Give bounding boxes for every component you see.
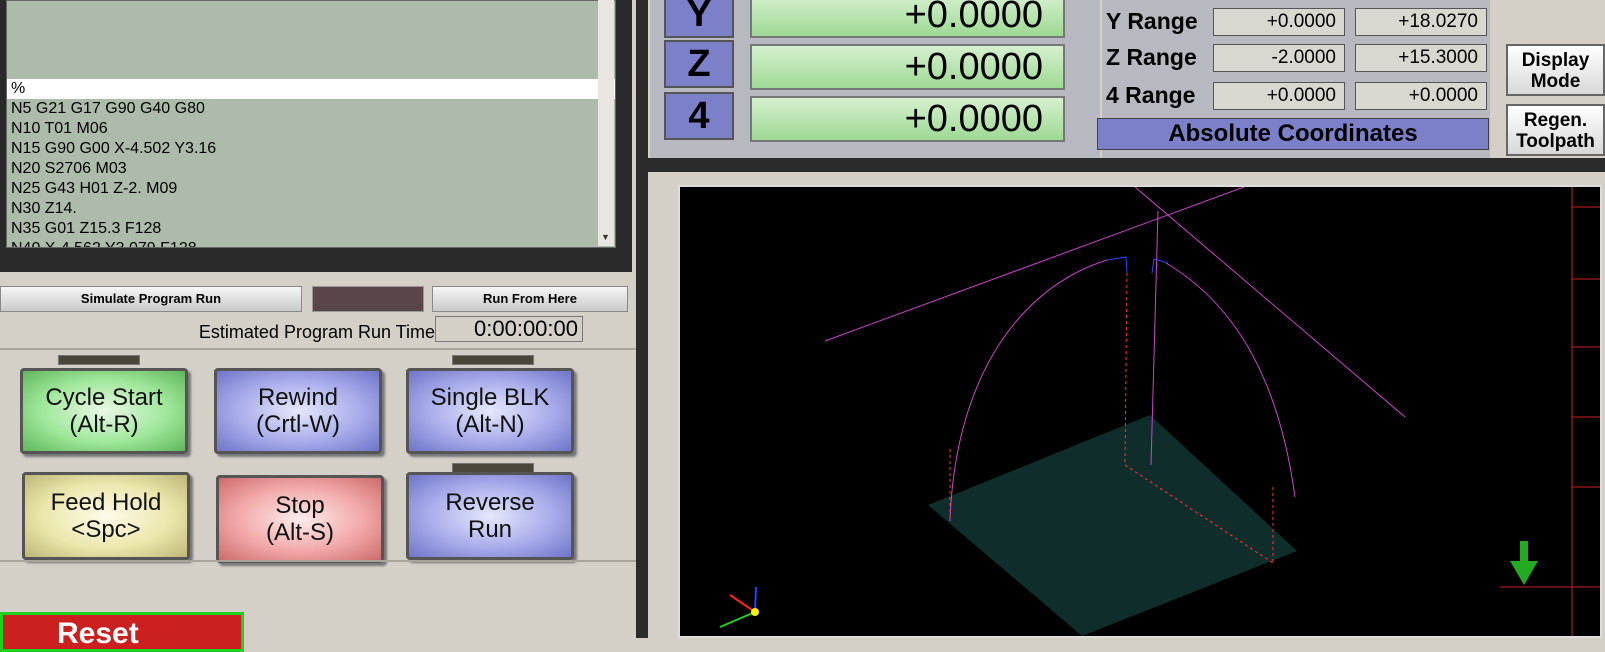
panel-divider [636,0,648,638]
run-from-here-button[interactable]: Run From Here [432,286,628,312]
y-range-min: +0.0000 [1213,8,1345,36]
divider [0,348,644,350]
button-shortcut: (Alt-R) [69,411,139,438]
work-table [928,415,1297,636]
button-shortcut: (Crtl-W) [256,411,340,438]
stop-button[interactable]: Stop (Alt-S) [216,475,384,563]
entry-path [1106,256,1128,274]
axis-line [824,186,1245,342]
button-shortcut: (Alt-S) [266,519,334,546]
panel-divider [646,158,1605,172]
simulate-program-run-button[interactable]: Simulate Program Run [0,286,302,312]
button-label: Display [1521,50,1590,71]
button-shortcut: (Alt-N) [455,411,525,438]
gcode-scrollbar[interactable] [598,0,614,246]
feed-hold-button[interactable]: Feed Hold <Spc> [22,472,190,560]
y-range-max: +18.0270 [1355,8,1487,36]
button-shortcut: <Spc> [71,516,141,543]
cycle-start-button[interactable]: Cycle Start (Alt-R) [20,368,188,454]
dro-value-z[interactable]: +0.0000 [750,44,1065,90]
gcode-line[interactable]: N20 S2706 M03 [7,159,615,179]
z-range-label: Z Range [1106,44,1197,70]
side-panel [1496,0,1605,40]
estimated-run-time-value: 0:00:00:00 [435,316,583,342]
4-range-max: +0.0000 [1355,82,1487,110]
button-label: Stop [275,492,325,519]
toolpath-canvas [719,186,1600,636]
display-mode-button[interactable]: Display Mode [1506,44,1605,96]
scroll-down-icon[interactable]: ▼ [601,232,610,242]
y-range-label: Y Range [1106,8,1198,34]
entry-path [1151,258,1169,274]
gcode-line[interactable]: N10 T01 M06 [7,119,615,139]
dro-value-4[interactable]: +0.0000 [750,96,1065,142]
button-label: Cycle Start [45,384,163,411]
gcode-line[interactable]: % [7,79,615,99]
button-shortcut: Run [467,516,513,543]
axis-label-4[interactable]: 4 [664,92,734,140]
rewind-button[interactable]: Rewind (Crtl-W) [214,368,382,454]
axis-line [1134,186,1406,418]
reset-label: Reset [57,617,139,650]
reverse-run-button[interactable]: Reverse Run [406,472,574,560]
axis-label-y[interactable]: Y [664,0,734,38]
toolpath-display[interactable] [678,185,1602,638]
dro-value-y[interactable]: +0.0000 [750,0,1065,38]
single-blk-button[interactable]: Single BLK (Alt-N) [406,368,574,454]
button-label: Rewind [257,384,339,411]
z-range-min: -2.0000 [1213,44,1345,72]
cycle-start-led [58,355,140,365]
gcode-line[interactable]: N25 G43 H01 Z-2. M09 [7,179,615,199]
button-label: Mode [1530,71,1581,92]
gcode-top-spacer [7,1,615,79]
gcode-line[interactable]: N30 Z14. [7,199,615,219]
axis-triad-icon [719,586,759,628]
gcode-line[interactable]: N40 X-4.562 Y3.079 F128 [7,239,615,247]
divider [0,560,644,562]
gcode-line[interactable]: N5 G21 G17 G90 G40 G80 [7,99,615,119]
axis-label-z[interactable]: Z [664,40,734,88]
4-range-min: +0.0000 [1213,82,1345,110]
coordinates-mode-indicator: Absolute Coordinates [1097,118,1489,150]
button-label: Single BLK [430,384,550,411]
4-range-label: 4 Range [1106,82,1196,108]
single-blk-led [452,355,534,365]
reset-button[interactable]: Reset [0,612,244,652]
z-range-max: +15.3000 [1355,44,1487,72]
simulate-status-indicator [312,286,424,312]
button-label: Reverse [445,489,535,516]
button-label: Regen. [1523,110,1588,131]
gcode-line[interactable]: N35 G01 Z15.3 F128 [7,219,615,239]
tool-arrow-icon [1510,541,1538,585]
estimated-run-time-label: Estimated Program Run Time [198,322,435,342]
button-label: Feed Hold [50,489,162,516]
regen-toolpath-button[interactable]: Regen. Toolpath [1506,104,1605,156]
gcode-line[interactable]: N15 G90 G00 X-4.502 Y3.16 [7,139,615,159]
gcode-listing[interactable]: % N5 G21 G17 G90 G40 G80 N10 T01 M06 N15… [6,0,616,248]
button-label: Toolpath [1516,131,1595,152]
